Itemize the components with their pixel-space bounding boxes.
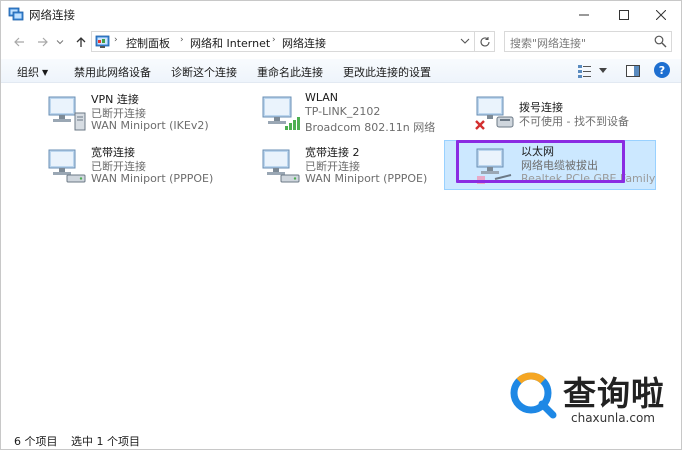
command-bar: 组织 ▼ 禁用此网络设备 诊断这个连接 重命名此连接 更改此连接的设置 ? <box>1 59 681 83</box>
connection-status: 不可使用 - 找不到设备 <box>519 115 629 128</box>
view-options-icon[interactable] <box>577 63 593 79</box>
vpn-monitor-icon <box>48 96 86 131</box>
arrow-right-icon <box>38 37 48 47</box>
refresh-button[interactable] <box>475 31 495 52</box>
connection-device: Realtek PCIe GBE Family... <box>521 172 655 185</box>
recent-locations-button[interactable] <box>53 32 67 52</box>
control-panel-icon <box>95 35 110 48</box>
address-bar[interactable]: › 控制面板 › 网络和 Internet › 网络连接 <box>91 31 475 52</box>
selected-count: 选中 1 个项目 <box>71 435 140 448</box>
connection-item-dialup[interactable]: 拨号连接 不可使用 - 找不到设备 <box>475 91 680 133</box>
connection-item-wlan[interactable]: WLAN TP-LINK_2102 Broadcom 802.11n 网络 <box>261 91 466 134</box>
item-count: 6 个项目 <box>14 435 58 448</box>
arrow-up-icon <box>76 37 86 47</box>
breadcrumb-network-internet[interactable]: 网络和 Internet <box>190 35 270 51</box>
broadband-monitor-icon <box>48 149 86 183</box>
network-folder-icon <box>8 7 24 21</box>
organize-label: 组织 <box>17 66 39 79</box>
diagnose-button[interactable]: 诊断这个连接 <box>171 64 237 80</box>
connection-item-ethernet[interactable]: 以太网 网络电缆被拔出 Realtek PCIe GBE Family... <box>444 140 656 190</box>
breadcrumb-control-panel[interactable]: 控制面板 <box>126 35 170 51</box>
dialup-monitor-icon <box>475 96 514 130</box>
disable-device-button[interactable]: 禁用此网络设备 <box>74 64 151 80</box>
minimize-icon <box>579 14 589 15</box>
breadcrumb-network-connections[interactable]: 网络连接 <box>282 35 326 51</box>
connection-device: WAN Miniport (IKEv2) <box>91 119 209 132</box>
minimize-button[interactable] <box>564 1 604 28</box>
connection-status: 网络电缆被拔出 <box>521 159 598 172</box>
magnifier-logo-icon <box>510 372 557 419</box>
forward-button[interactable] <box>33 32 53 52</box>
change-settings-button[interactable]: 更改此连接的设置 <box>343 64 431 80</box>
preview-pane-icon[interactable] <box>625 63 641 79</box>
chevron-down-icon[interactable] <box>460 34 470 48</box>
watermark-brand: 查询啦 <box>563 374 665 413</box>
ethernet-monitor-icon <box>476 148 512 184</box>
connection-name: WLAN <box>305 91 339 104</box>
rename-button[interactable]: 重命名此连接 <box>257 64 323 80</box>
title-bar: 网络连接 <box>1 1 681 28</box>
organize-menu[interactable]: 组织 ▼ <box>17 64 48 80</box>
close-icon <box>656 9 666 20</box>
watermark-url: chaxunla.com <box>571 411 655 425</box>
status-bar: 6 个项目 选中 1 个项目 <box>1 431 681 449</box>
broadband-monitor-icon <box>262 149 300 183</box>
up-button[interactable] <box>71 32 91 52</box>
connection-device: WAN Miniport (PPPOE) <box>91 172 214 185</box>
caret-down-icon: ▼ <box>42 68 49 77</box>
maximize-button[interactable] <box>604 1 644 28</box>
maximize-icon <box>619 9 629 20</box>
search-input[interactable]: 搜索"网络连接" <box>510 35 586 51</box>
connection-item-broadband-2[interactable]: 宽带连接 2 已断开连接 WAN Miniport (PPPOE) <box>261 144 466 186</box>
watermark: 查询啦 chaxunla.com <box>507 365 672 429</box>
breadcrumb-separator: › <box>180 35 184 45</box>
network-connections-window: 网络连接 › 控制面板 › 网络和 Internet › 网络连接 搜索"网络连… <box>0 0 682 450</box>
connection-device: WAN Miniport (PPPOE) <box>305 172 428 185</box>
arrow-left-icon <box>14 37 24 47</box>
help-icon[interactable]: ? <box>654 62 670 78</box>
address-row: › 控制面板 › 网络和 Internet › 网络连接 搜索"网络连接" <box>1 28 681 55</box>
breadcrumb-separator: › <box>272 35 276 45</box>
connection-item-broadband[interactable]: 宽带连接 已断开连接 WAN Miniport (PPPOE) <box>47 144 252 186</box>
window-title: 网络连接 <box>29 8 75 22</box>
connection-device: Broadcom 802.11n 网络 <box>305 121 436 134</box>
chevron-down-icon <box>56 40 64 45</box>
search-box[interactable]: 搜索"网络连接" <box>504 31 672 52</box>
wifi-monitor-icon <box>262 96 300 130</box>
breadcrumb-separator: › <box>114 35 118 45</box>
caret-down-icon[interactable] <box>599 68 607 74</box>
connection-item-vpn[interactable]: VPN 连接 已断开连接 WAN Miniport (IKEv2) <box>47 91 252 133</box>
connection-status: TP-LINK_2102 <box>305 105 381 118</box>
close-button[interactable] <box>641 1 681 28</box>
back-button[interactable] <box>9 32 29 52</box>
refresh-icon <box>479 36 490 46</box>
search-icon[interactable] <box>654 35 667 48</box>
